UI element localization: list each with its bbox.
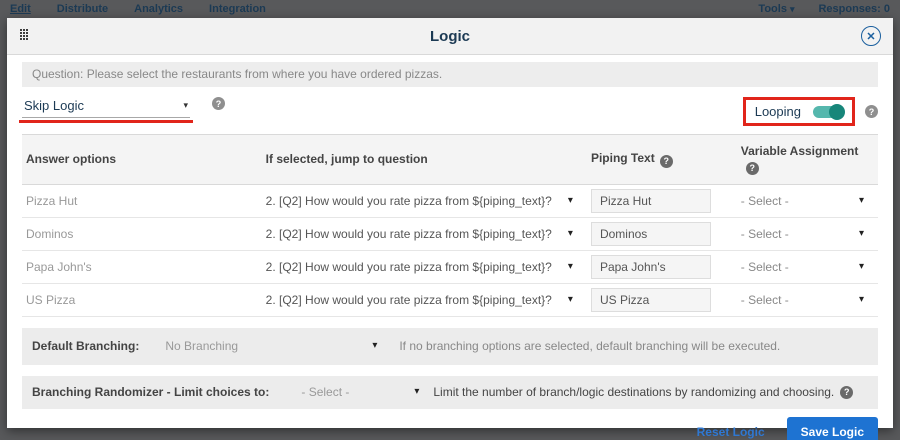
piping-text-input[interactable]: [591, 288, 711, 312]
chevron-down-icon: ▾: [568, 295, 573, 305]
red-underline-annotation: [19, 120, 193, 123]
reset-logic-link[interactable]: Reset Logic: [697, 425, 765, 439]
piping-text-input[interactable]: [591, 189, 711, 213]
edit-menu-group: Edit Distribute Analytics Integration: [10, 3, 266, 15]
chevron-down-icon: ▾: [568, 262, 573, 272]
jump-question-value: 2. [Q2] How would you rate pizza from ${…: [266, 227, 552, 241]
chevron-down-icon: ▾: [790, 5, 795, 14]
menu-item-distribute[interactable]: Distribute: [57, 3, 108, 15]
chevron-down-icon: ▾: [568, 196, 573, 206]
toggle-knob: [829, 104, 845, 120]
tools-dropdown[interactable]: Tools ▾: [758, 3, 794, 15]
save-logic-button[interactable]: Save Logic: [787, 417, 878, 440]
chevron-down-icon: ▾: [372, 341, 377, 351]
header-piping-text-label: Piping Text: [591, 151, 655, 165]
jump-question-value: 2. [Q2] How would you rate pizza from ${…: [266, 194, 552, 208]
help-icon[interactable]: ?: [660, 155, 673, 168]
jump-question-select[interactable]: 2. [Q2] How would you rate pizza from ${…: [266, 260, 583, 274]
logic-type-select[interactable]: Skip Logic ▾: [22, 97, 190, 118]
chevron-down-icon: ▾: [859, 262, 864, 272]
jump-question-select[interactable]: 2. [Q2] How would you rate pizza from ${…: [266, 293, 583, 307]
chevron-down-icon: ▾: [568, 229, 573, 239]
header-jump-to-question: If selected, jump to question: [262, 135, 587, 185]
chevron-down-icon: ▾: [414, 387, 419, 397]
chevron-down-icon: ▾: [183, 101, 188, 110]
logic-type-value: Skip Logic: [24, 98, 84, 113]
default-branching-value: No Branching: [165, 339, 238, 353]
piping-text-input[interactable]: [591, 222, 711, 246]
help-icon[interactable]: ?: [212, 97, 225, 110]
variable-assignment-select[interactable]: - Select - ▾: [741, 260, 874, 274]
variable-assignment-value: - Select -: [741, 293, 789, 307]
jump-question-value: 2. [Q2] How would you rate pizza from ${…: [266, 293, 552, 307]
jump-question-select[interactable]: 2. [Q2] How would you rate pizza from ${…: [266, 194, 583, 208]
menu-item-integration[interactable]: Integration: [209, 3, 266, 15]
red-box-annotation: Looping: [743, 97, 855, 126]
answer-option-label: US Pizza: [26, 293, 75, 307]
top-menubar: Edit Distribute Analytics Integration To…: [0, 0, 900, 18]
menu-item-analytics[interactable]: Analytics: [134, 3, 183, 15]
menu-item-edit[interactable]: Edit: [10, 3, 31, 15]
jump-question-value: 2. [Q2] How would you rate pizza from ${…: [266, 260, 552, 274]
jump-question-select[interactable]: 2. [Q2] How would you rate pizza from ${…: [266, 227, 583, 241]
answer-option-label: Dominos: [26, 227, 73, 241]
close-icon[interactable]: ✕: [861, 26, 881, 46]
variable-assignment-value: - Select -: [741, 194, 789, 208]
variable-assignment-value: - Select -: [741, 260, 789, 274]
variable-assignment-select[interactable]: - Select - ▾: [741, 194, 874, 208]
table-row: Dominos 2. [Q2] How would you rate pizza…: [22, 217, 878, 250]
chevron-down-icon: ▾: [859, 295, 864, 305]
variable-assignment-select[interactable]: - Select - ▾: [741, 293, 874, 307]
table-row: Papa John's 2. [Q2] How would you rate p…: [22, 250, 878, 283]
chevron-down-icon: ▾: [859, 229, 864, 239]
table-row: Pizza Hut 2. [Q2] How would you rate piz…: [22, 184, 878, 217]
header-variable-assignment: Variable Assignment?: [737, 135, 878, 185]
branching-randomizer-label: Branching Randomizer - Limit choices to:: [32, 385, 269, 399]
question-text: Question: Please select the restaurants …: [22, 62, 878, 87]
drag-handle-icon[interactable]: [20, 29, 28, 40]
default-branching-note: If no branching options are selected, de…: [399, 339, 780, 353]
branching-table: Answer options If selected, jump to ques…: [22, 134, 878, 317]
answer-option-label: Papa John's: [26, 260, 92, 274]
randomizer-limit-value: - Select -: [301, 385, 349, 399]
answer-option-label: Pizza Hut: [26, 194, 77, 208]
default-branching-label: Default Branching:: [32, 339, 139, 353]
randomizer-note: Limit the number of branch/logic destina…: [433, 385, 834, 399]
logic-modal: Logic ✕ Question: Please select the rest…: [7, 18, 893, 428]
default-branching-select[interactable]: No Branching ▾: [165, 339, 377, 353]
looping-toggle[interactable]: [813, 106, 843, 118]
piping-text-input[interactable]: [591, 255, 711, 279]
responses-count: Responses: 0: [818, 3, 890, 15]
chevron-down-icon: ▾: [859, 196, 864, 206]
header-answer-options: Answer options: [22, 135, 262, 185]
modal-header: Logic ✕: [7, 18, 893, 55]
help-icon[interactable]: ?: [840, 386, 853, 399]
randomizer-limit-select[interactable]: - Select - ▾: [301, 385, 419, 399]
header-variable-assignment-label: Variable Assignment: [741, 144, 859, 158]
help-icon[interactable]: ?: [746, 162, 759, 175]
modal-title: Logic: [430, 28, 470, 45]
variable-assignment-value: - Select -: [741, 227, 789, 241]
branching-randomizer-row: Branching Randomizer - Limit choices to:…: [22, 376, 878, 409]
tools-label: Tools: [758, 3, 787, 15]
looping-label: Looping: [755, 104, 801, 119]
table-row: US Pizza 2. [Q2] How would you rate pizz…: [22, 283, 878, 316]
help-icon[interactable]: ?: [865, 105, 878, 118]
variable-assignment-select[interactable]: - Select - ▾: [741, 227, 874, 241]
default-branching-row: Default Branching: No Branching ▾ If no …: [22, 328, 878, 365]
header-piping-text: Piping Text?: [587, 135, 737, 185]
